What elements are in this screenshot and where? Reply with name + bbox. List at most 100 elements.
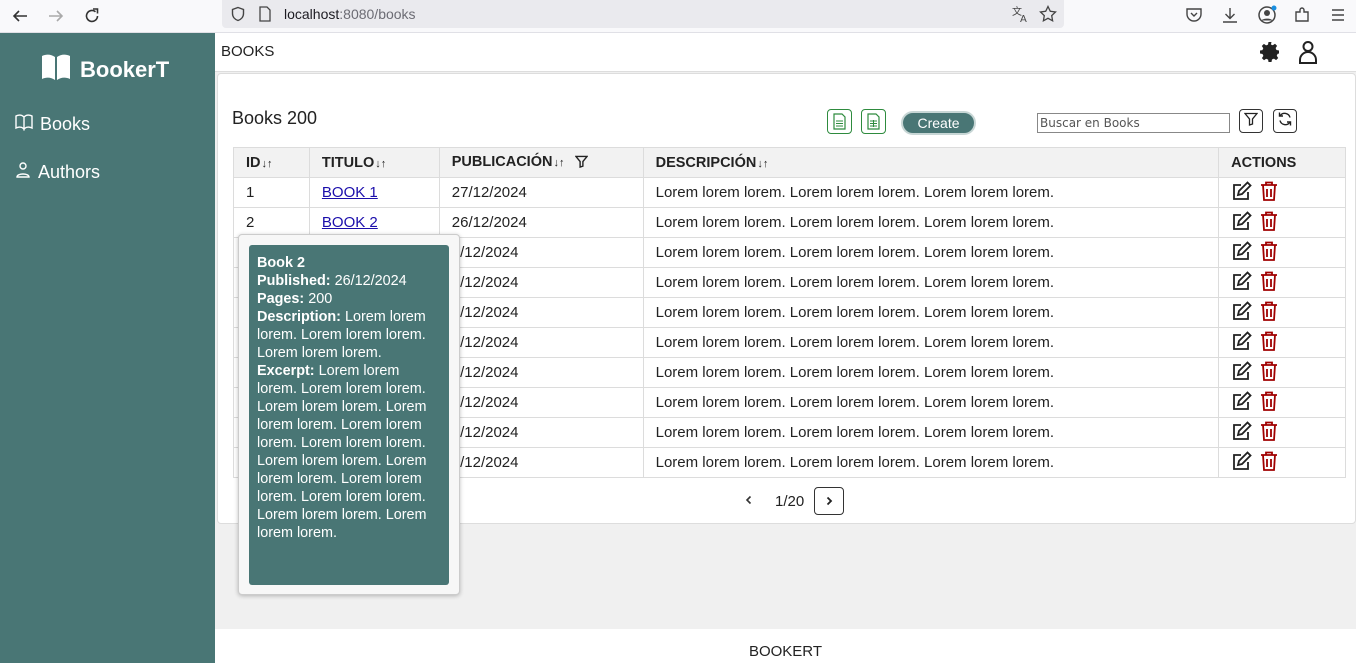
cell-actions — [1218, 357, 1346, 388]
shield-icon[interactable] — [228, 4, 248, 24]
table-row: 1 BOOK 1 27/12/2024 Lorem lorem lorem. Lore… — [233, 177, 1346, 208]
trash-icon[interactable] — [1259, 270, 1279, 296]
edit-icon[interactable] — [1231, 180, 1253, 206]
tooltip-title: Book 2 — [257, 255, 305, 271]
cell-description: Lorem lorem lorem. Lorem lorem lorem. Lo… — [642, 267, 1220, 298]
table-header-row: ID↓↑ TITULO↓↑ PUBLICACIÓN↓↑ DESCRIPCIÓN↓… — [233, 147, 1346, 178]
filter-button[interactable] — [1239, 109, 1263, 133]
sidebar-item-books[interactable]: Books — [14, 113, 90, 136]
cell-id: 1 — [233, 177, 310, 208]
cell-actions — [1218, 177, 1346, 208]
edit-icon[interactable] — [1231, 450, 1253, 476]
column-header-id[interactable]: ID↓↑ — [233, 147, 310, 178]
column-header-description[interactable]: DESCRIPCIÓN↓↑ — [642, 147, 1220, 178]
trash-icon[interactable] — [1259, 180, 1279, 206]
back-arrow-icon[interactable] — [7, 3, 33, 29]
cell-actions — [1218, 387, 1346, 418]
cell-actions — [1218, 207, 1346, 238]
book-tooltip: Book 2 Published: 26/12/2024 Pages: 200 … — [238, 234, 460, 595]
chevron-right-icon — [824, 493, 834, 510]
gear-icon[interactable] — [1256, 38, 1284, 66]
cell-published: 3/12/2024 — [438, 297, 644, 328]
column-header-published[interactable]: PUBLICACIÓN↓↑ — [438, 147, 644, 178]
edit-icon[interactable] — [1231, 300, 1253, 326]
column-header-title[interactable]: TITULO↓↑ — [308, 147, 440, 178]
column-header-actions: ACTIONS — [1218, 147, 1346, 178]
cell-actions — [1218, 417, 1346, 448]
cell-published: 8/12/2024 — [438, 447, 644, 478]
trash-icon[interactable] — [1259, 390, 1279, 416]
cell-actions — [1218, 297, 1346, 328]
cell-published: 2/12/2024 — [438, 327, 644, 358]
account-icon[interactable] — [1255, 3, 1279, 27]
cell-id: 2 — [233, 207, 310, 238]
cell-actions — [1218, 267, 1346, 298]
cell-description: Lorem lorem lorem. Lorem lorem lorem. Lo… — [642, 237, 1220, 268]
page-indicator: 1/20 — [775, 493, 805, 510]
reload-icon[interactable] — [79, 3, 105, 29]
cell-description: Lorem lorem lorem. Lorem lorem lorem. Lo… — [642, 387, 1220, 418]
export-pdf-button[interactable] — [827, 109, 852, 134]
header-title: BOOKS — [221, 43, 275, 60]
forward-arrow-icon[interactable] — [43, 3, 69, 29]
trash-icon[interactable] — [1259, 210, 1279, 236]
trash-icon[interactable] — [1259, 240, 1279, 266]
next-page-button[interactable] — [814, 487, 844, 515]
cell-title: BOOK 2 — [308, 207, 440, 238]
sort-icon[interactable]: ↓↑ — [553, 157, 564, 169]
edit-icon[interactable] — [1231, 360, 1253, 386]
edit-icon[interactable] — [1231, 270, 1253, 296]
trash-icon[interactable] — [1259, 330, 1279, 356]
trash-icon[interactable] — [1259, 300, 1279, 326]
edit-icon[interactable] — [1231, 420, 1253, 446]
edit-icon[interactable] — [1231, 240, 1253, 266]
open-book-icon — [14, 113, 34, 136]
book-icon — [40, 53, 72, 87]
cell-published: 26/12/2024 — [438, 207, 644, 238]
edit-icon[interactable] — [1231, 330, 1253, 356]
trash-icon[interactable] — [1259, 360, 1279, 386]
address-bar[interactable]: localhost:8080/books 文A — [222, 0, 1064, 28]
menu-icon[interactable] — [1326, 3, 1350, 27]
cell-description: Lorem lorem lorem. Lorem lorem lorem. Lo… — [642, 177, 1220, 208]
book-title-link[interactable]: BOOK 2 — [322, 214, 378, 231]
trash-icon[interactable] — [1259, 420, 1279, 446]
edit-icon[interactable] — [1231, 390, 1253, 416]
refresh-button[interactable] — [1273, 109, 1297, 133]
sort-icon[interactable]: ↓↑ — [375, 158, 386, 170]
cell-published: 1/12/2024 — [438, 357, 644, 388]
cell-description: Lorem lorem lorem. Lorem lorem lorem. Lo… — [642, 417, 1220, 448]
person-icon — [14, 161, 32, 184]
tooltip-published: 26/12/2024 — [334, 273, 407, 289]
search-input[interactable] — [1037, 113, 1230, 133]
column-filter-icon[interactable] — [573, 155, 589, 172]
url-text[interactable]: localhost:8080/books — [284, 6, 416, 22]
extensions-icon[interactable] — [1290, 3, 1314, 27]
export-excel-button[interactable] — [861, 109, 886, 134]
tooltip-description-label: Description: — [257, 309, 341, 325]
download-icon[interactable] — [1218, 3, 1242, 27]
book-title-link[interactable]: BOOK 1 — [322, 184, 378, 201]
cell-description: Lorem lorem lorem. Lorem lorem lorem. Lo… — [642, 447, 1220, 478]
tooltip-pages: 200 — [308, 291, 333, 307]
sort-icon[interactable]: ↓↑ — [757, 158, 768, 170]
chevron-left-icon[interactable] — [740, 491, 758, 509]
cell-published: 0/12/2024 — [438, 387, 644, 418]
cell-description: Lorem lorem lorem. Lorem lorem lorem. Lo… — [642, 207, 1220, 238]
column-label: ACTIONS — [1231, 154, 1297, 171]
sidebar-item-label: Authors — [38, 162, 101, 182]
tooltip-excerpt-label: Excerpt: — [257, 363, 315, 379]
sidebar-item-authors[interactable]: Authors — [14, 161, 100, 184]
brand[interactable]: BookerT — [40, 53, 169, 87]
sort-icon[interactable]: ↓↑ — [262, 158, 273, 170]
edit-icon[interactable] — [1231, 210, 1253, 236]
user-icon[interactable] — [1294, 38, 1322, 66]
trash-icon[interactable] — [1259, 450, 1279, 476]
footer: BOOKERT — [215, 629, 1356, 663]
tooltip-content: Book 2 Published: 26/12/2024 Pages: 200 … — [249, 245, 449, 585]
star-icon[interactable] — [1038, 4, 1058, 24]
translate-icon[interactable]: 文A — [1010, 4, 1030, 24]
create-button[interactable]: Create — [901, 111, 976, 135]
page-title: Books 200 — [232, 108, 318, 128]
pocket-icon[interactable] — [1182, 3, 1206, 27]
